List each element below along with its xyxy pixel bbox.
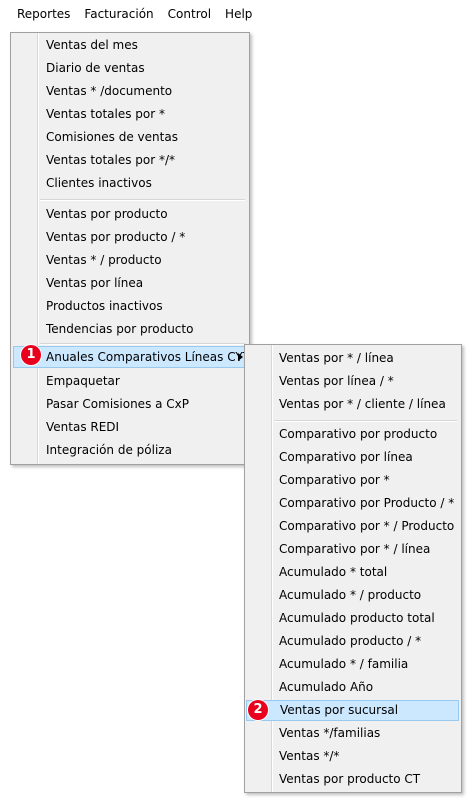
menubar-control[interactable]: Control <box>161 0 218 28</box>
submenu-item[interactable]: Ventas por producto CT <box>245 768 461 790</box>
menu-separator <box>40 343 245 345</box>
submenu-item[interactable]: Comparativo por * / Producto <box>245 515 461 537</box>
menu-item-anuales-comparativos[interactable]: Anuales Comparativos Líneas CYT <box>13 346 250 368</box>
reportes-dropdown: Ventas del mes Diario de ventas Ventas *… <box>10 32 250 465</box>
menu-bar: Reportes Facturación Control Help <box>0 0 470 28</box>
menu-item[interactable]: Comisiones de ventas <box>11 126 249 148</box>
menu-item[interactable]: Ventas * /documento <box>11 80 249 102</box>
menu-item[interactable]: Productos inactivos <box>11 295 249 317</box>
submenu-item[interactable]: Acumulado * / producto <box>245 584 461 606</box>
submenu-item[interactable]: Ventas */* <box>245 745 461 767</box>
menu-item[interactable]: Diario de ventas <box>11 57 249 79</box>
menu-item[interactable]: Pasar Comisiones a CxP <box>11 393 249 415</box>
submenu-item[interactable]: Comparativo por * <box>245 469 461 491</box>
submenu-item-ventas-por-sucursal[interactable]: Ventas por sucursal <box>246 700 459 721</box>
menu-item[interactable]: Empaquetar <box>11 370 249 392</box>
menu-item[interactable]: Ventas por línea <box>11 272 249 294</box>
menu-item[interactable]: Ventas del mes <box>11 34 249 56</box>
submenu-item[interactable]: Acumulado * / familia <box>245 653 461 675</box>
menu-item[interactable]: Integración de póliza <box>11 439 249 461</box>
submenu-item[interactable]: Acumulado producto total <box>245 607 461 629</box>
submenu-item[interactable]: Acumulado * total <box>245 561 461 583</box>
step-badge-1: 1 <box>21 345 41 365</box>
menu-item[interactable]: Ventas totales por */* <box>11 149 249 171</box>
submenu-item[interactable]: Ventas por * / línea <box>245 347 461 369</box>
anuales-submenu: Ventas por * / línea Ventas por línea / … <box>244 344 462 793</box>
menubar-facturacion[interactable]: Facturación <box>77 0 160 28</box>
menubar-reportes[interactable]: Reportes <box>10 0 78 28</box>
menu-separator <box>40 199 245 201</box>
submenu-item[interactable]: Comparativo por línea <box>245 446 461 468</box>
menu-item[interactable]: Clientes inactivos <box>11 172 249 194</box>
submenu-item[interactable]: Acumulado Año <box>245 676 461 698</box>
menu-item[interactable]: Tendencias por producto <box>11 318 249 340</box>
submenu-item[interactable]: Comparativo por * / línea <box>245 538 461 560</box>
menu-separator <box>274 420 457 422</box>
submenu-item[interactable]: Comparativo por producto <box>245 423 461 445</box>
menu-item[interactable]: Ventas por producto / * <box>11 226 249 248</box>
menu-item[interactable]: Ventas * / producto <box>11 249 249 271</box>
submenu-item[interactable]: Ventas */familias <box>245 722 461 744</box>
menu-item[interactable]: Ventas REDI <box>11 416 249 438</box>
submenu-item[interactable]: Ventas por línea / * <box>245 370 461 392</box>
submenu-item[interactable]: Ventas por * / cliente / línea <box>245 393 461 415</box>
submenu-arrow-icon <box>238 353 243 361</box>
submenu-item[interactable]: Comparativo por Producto / * <box>245 492 461 514</box>
step-badge-2: 2 <box>248 700 268 720</box>
menu-item[interactable]: Ventas por producto <box>11 203 249 225</box>
menubar-help[interactable]: Help <box>218 0 259 28</box>
submenu-item[interactable]: Acumulado producto / * <box>245 630 461 652</box>
menu-item[interactable]: Ventas totales por * <box>11 103 249 125</box>
